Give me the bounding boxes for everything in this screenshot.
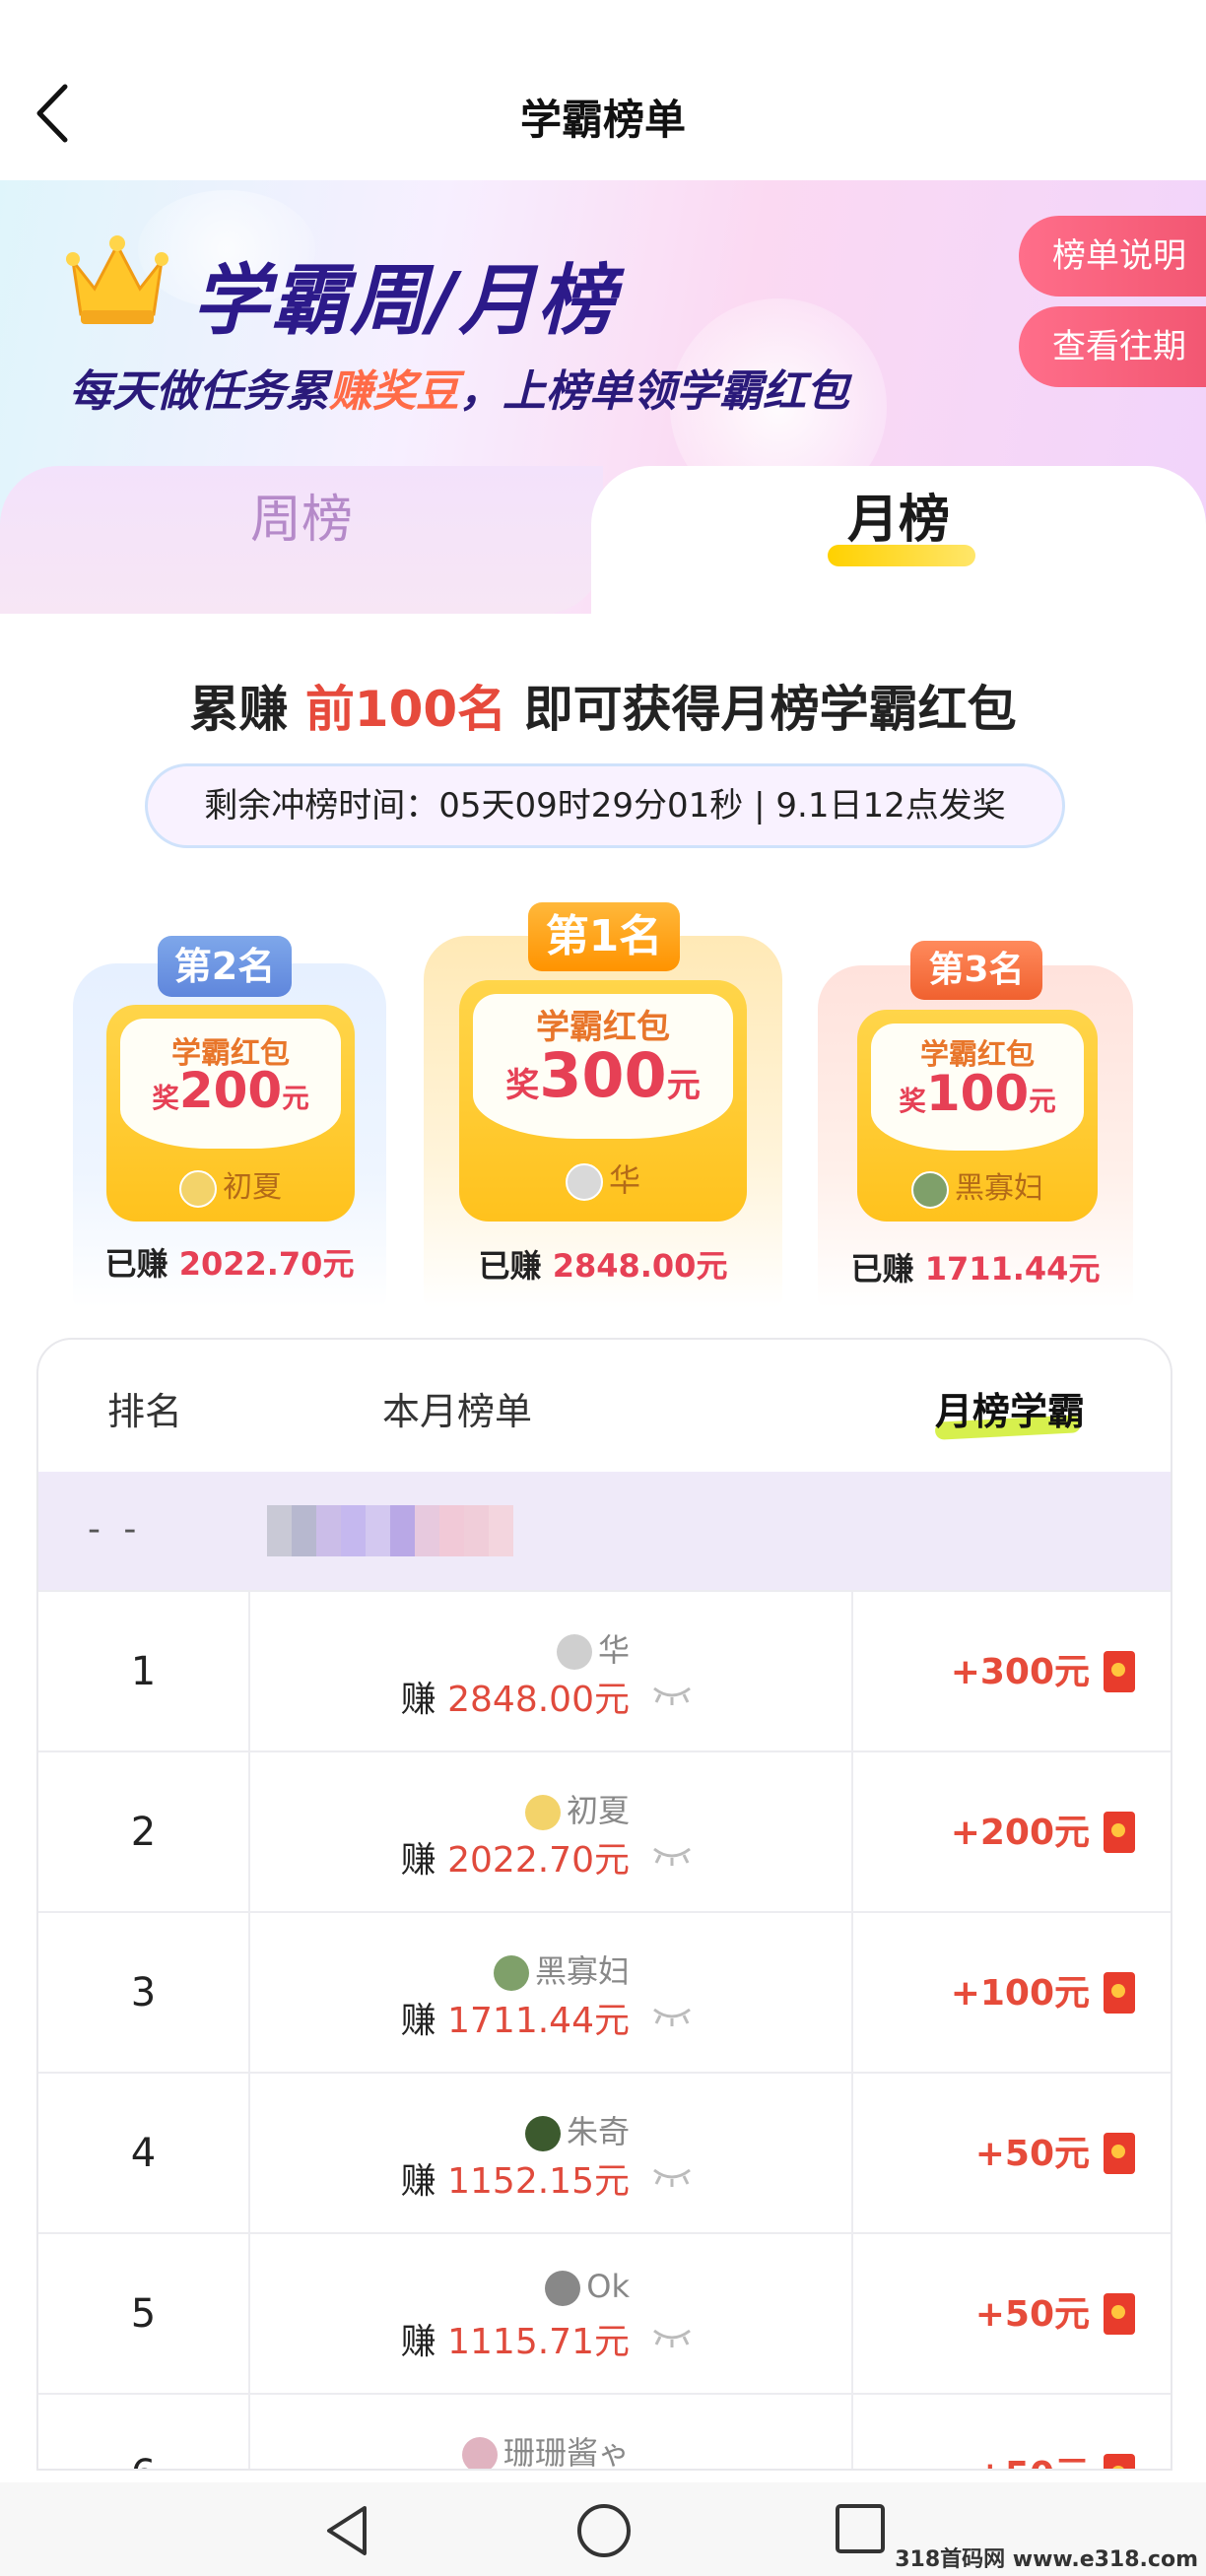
packet-prize: 奖100元 [899,1065,1056,1122]
table-row[interactable]: 3 黑寡妇 赚 1711.44元 +100元 [38,1911,1171,2072]
avatar [179,1169,217,1208]
red-packet-icon [1104,1972,1135,2014]
packet-user: 华 [459,1156,747,1201]
avatar [524,1795,561,1830]
rank-badge-2: 第2名 [158,936,292,997]
row-user: 华 [556,1625,630,1671]
row-prize: +300元 [950,1652,1090,1692]
countdown-bar: 剩余冲榜时间：05天09时29分01秒 | 9.1日12点发奖 [145,763,1065,848]
table-row[interactable]: 4 朱奇 赚 1152.15元 +50元 [38,2072,1171,2232]
row-user: 黑寡妇 [493,1947,630,1992]
eye-closed-icon[interactable] [650,2004,694,2027]
packet-user: 黑寡妇 [857,1163,1098,1209]
row-rank: 1 [38,1592,250,1750]
nav-recent-apps-icon[interactable] [836,2504,885,2553]
row-earned: 赚 2848.00元 [400,1680,630,1720]
table-row[interactable]: 6 珊珊酱ゃ 赚 +50元 [38,2393,1171,2469]
countdown-time: 05天09时29分01秒 [438,786,744,826]
rank-badge-3: 第3名 [910,941,1042,1000]
row-rank: 2 [38,1752,250,1911]
crown-icon [66,235,168,324]
my-rank: - - [88,1509,143,1550]
table-row[interactable]: 1 华 赚 2848.00元 +300元 [38,1590,1171,1750]
page-title: 学霸榜单 [519,96,686,144]
red-packet-icon [1104,1812,1135,1853]
red-packet-2: 学霸红包 奖200元 初夏 [106,1005,355,1222]
table-row[interactable]: 5 Ok 赚 1115.71元 +50元 [38,2232,1171,2393]
avatar [911,1170,949,1209]
row-earned: 赚 1115.71元 [400,2322,630,2362]
my-rank-row: - - [38,1472,1171,1590]
row-prize: +50元 [974,2134,1090,2174]
eye-closed-icon[interactable] [650,2325,694,2348]
packet-user: 初夏 [106,1162,355,1208]
podium-earned-3: 已赚 1711.44元 [850,1250,1101,1288]
red-packet-icon [1104,2293,1135,2335]
ranking-table: 排名 本月榜单 月榜学霸 - - 1 华 赚 2848.00元 +300元 2 … [36,1338,1172,2471]
row-rank: 3 [38,1913,250,2072]
avatar [461,2437,498,2469]
rank-badge-1: 第1名 [528,902,680,971]
table-header: 排名 本月榜单 月榜学霸 [38,1340,1171,1472]
eye-closed-icon[interactable] [650,2164,694,2188]
header-list: 本月榜单 [381,1390,532,1433]
red-packet-icon [1104,1651,1135,1692]
red-packet-3: 学霸红包 奖100元 黑寡妇 [857,1010,1098,1222]
row-user: Ok [545,2268,630,2306]
leaderboard-banner: 学霸周/月榜 每天做任务累赚奖豆，上榜单领学霸红包 榜单说明 查看往期 周榜 月… [0,180,1206,614]
tab-weekly[interactable]: 周榜 [0,466,603,614]
red-packet-icon [1104,2454,1135,2469]
avatar [565,1163,603,1201]
nav-home-icon[interactable] [577,2504,631,2557]
watermark: 318首码网 www.e318.com [895,2547,1198,2572]
my-name-blurred [267,1505,553,1556]
row-prize: +100元 [950,1973,1090,2014]
row-user: 珊珊酱ゃ [461,2428,630,2469]
banner-title: 学霸周/月榜 [192,257,617,346]
eye-closed-icon[interactable] [650,1843,694,1867]
packet-prize: 奖300元 [505,1039,701,1111]
top-app-bar: 学霸榜单 [0,0,1206,180]
nav-back-icon[interactable] [323,2504,372,2557]
red-packet-icon [1104,2133,1135,2174]
reward-headline: 累赚 前100名 即可获得月榜学霸红包 [189,681,1017,738]
avatar [524,2116,561,2151]
row-earned: 赚 1152.15元 [400,2161,630,2202]
tab-monthly[interactable]: 月榜 [591,466,1206,614]
row-prize: +200元 [950,1813,1090,1853]
podium-earned-1: 已赚 2848.00元 [478,1247,728,1285]
system-nav-bar: 318首码网 www.e318.com [0,2482,1206,2576]
avatar [545,2271,581,2306]
row-earned: 赚 1711.44元 [400,2001,630,2041]
row-rank: 5 [38,2234,250,2393]
red-packet-1: 学霸红包 奖300元 华 [459,980,747,1222]
row-user: 初夏 [524,1786,630,1831]
banner-subtitle: 每天做任务累赚奖豆，上榜单领学霸红包 [69,366,849,417]
header-top: 月榜学霸 [934,1381,1085,1440]
rules-button[interactable]: 榜单说明 [1019,216,1206,297]
packet-prize: 奖200元 [152,1062,309,1119]
eye-closed-icon[interactable] [650,1683,694,1706]
history-button[interactable]: 查看往期 [1019,306,1206,387]
row-prize: +50元 [974,2294,1090,2335]
avatar [493,1955,529,1991]
row-rank: 6 [38,2395,250,2469]
podium-earned-2: 已赚 2022.70元 [104,1245,355,1283]
row-prize: +50元 [975,2395,1090,2469]
row-user: 朱奇 [524,2107,630,2152]
row-rank: 4 [38,2074,250,2232]
table-row[interactable]: 2 初夏 赚 2022.70元 +200元 [38,1750,1171,1911]
avatar [556,1634,592,1670]
row-earned: 赚 2022.70元 [400,1840,630,1881]
